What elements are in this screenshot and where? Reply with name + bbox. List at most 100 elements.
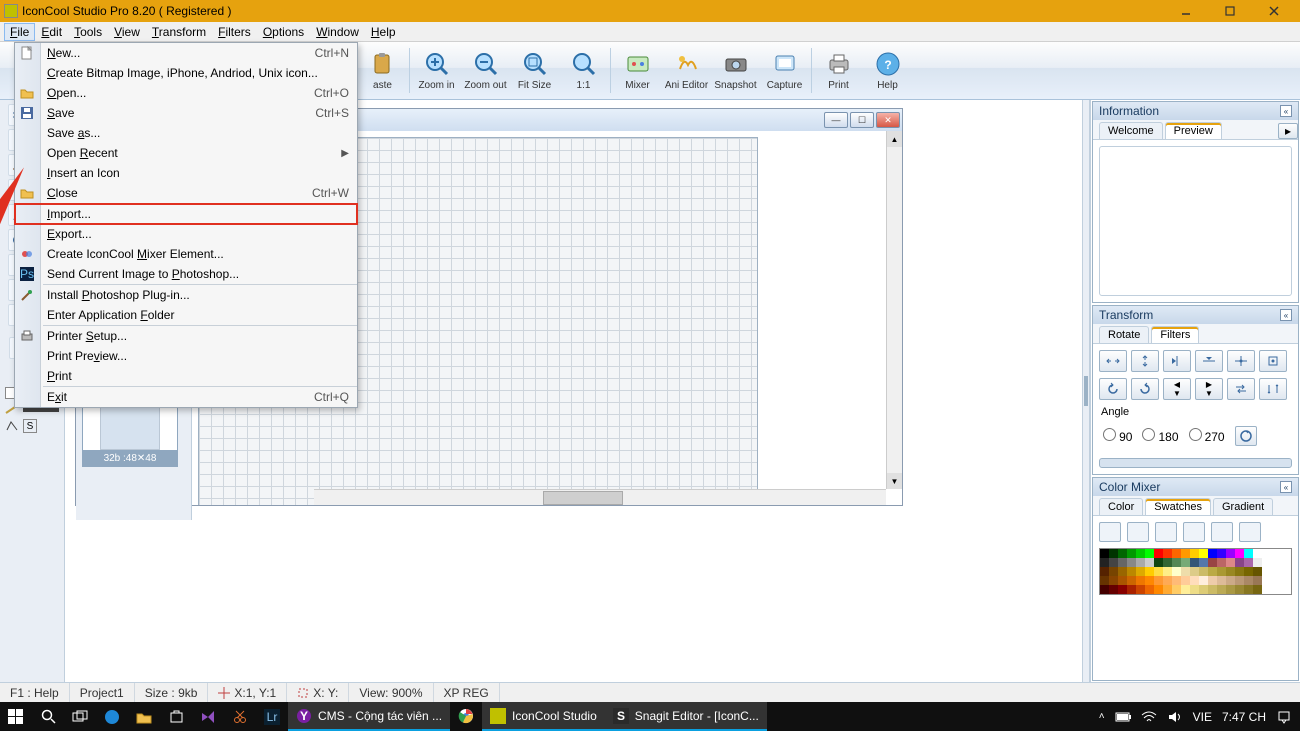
- doc-maximize-button[interactable]: ☐: [850, 112, 874, 128]
- window-minimize-button[interactable]: [1164, 0, 1208, 22]
- taskbar-store[interactable]: [160, 702, 192, 731]
- color-swatch[interactable]: [1217, 576, 1226, 585]
- color-swatch[interactable]: [1154, 549, 1163, 558]
- menu-tools[interactable]: Tools: [68, 23, 108, 41]
- color-swatch[interactable]: [1127, 549, 1136, 558]
- color-swatch[interactable]: [1244, 558, 1253, 567]
- toolbar-fit-size-button[interactable]: Fit Size: [510, 42, 559, 99]
- color-swatch[interactable]: [1235, 567, 1244, 576]
- color-swatch[interactable]: [1172, 558, 1181, 567]
- color-swatch[interactable]: [1163, 558, 1172, 567]
- color-swatch[interactable]: [1172, 567, 1181, 576]
- battery-icon[interactable]: [1115, 709, 1131, 725]
- angle-slider[interactable]: [1099, 458, 1292, 468]
- taskbar-app-snagit[interactable]: S Snagit Editor - [IconC...: [605, 702, 767, 731]
- swatch-tool-3[interactable]: [1155, 522, 1177, 542]
- menu-view[interactable]: View: [108, 23, 146, 41]
- color-swatch[interactable]: [1226, 576, 1235, 585]
- file-menu-item-19[interactable]: Print: [15, 366, 357, 386]
- color-swatch[interactable]: [1100, 567, 1109, 576]
- color-swatch[interactable]: [1235, 576, 1244, 585]
- move-button[interactable]: [1227, 350, 1255, 372]
- toolbar-ani-editor-button[interactable]: Ani Editor: [662, 42, 711, 99]
- color-swatch[interactable]: [1154, 558, 1163, 567]
- swatch-tool-1[interactable]: [1099, 522, 1121, 542]
- color-swatch[interactable]: [1190, 585, 1199, 594]
- taskbar-vs[interactable]: [192, 702, 224, 731]
- color-swatch[interactable]: [1118, 549, 1127, 558]
- color-swatch[interactable]: [1190, 549, 1199, 558]
- menu-options[interactable]: Options: [257, 23, 310, 41]
- window-maximize-button[interactable]: [1208, 0, 1252, 22]
- tab-swatches[interactable]: Swatches: [1145, 498, 1211, 515]
- color-swatch[interactable]: [1109, 567, 1118, 576]
- colormixer-collapse-button[interactable]: «: [1280, 481, 1292, 493]
- color-swatch[interactable]: [1154, 567, 1163, 576]
- center-button[interactable]: [1259, 350, 1287, 372]
- color-swatch[interactable]: [1172, 585, 1181, 594]
- color-swatch[interactable]: [1163, 549, 1172, 558]
- color-swatch[interactable]: [1235, 558, 1244, 567]
- taskbar-explorer[interactable]: [128, 702, 160, 731]
- color-swatch[interactable]: [1181, 567, 1190, 576]
- toolbar-snapshot-button[interactable]: Snapshot: [711, 42, 760, 99]
- color-swatch[interactable]: [1244, 549, 1253, 558]
- color-swatches-grid[interactable]: [1099, 548, 1292, 595]
- tab-preview[interactable]: Preview: [1165, 122, 1222, 139]
- s-option[interactable]: S: [23, 419, 37, 433]
- file-menu-item-9[interactable]: Import...: [15, 204, 357, 224]
- color-swatch[interactable]: [1235, 549, 1244, 558]
- file-menu-item-3[interactable]: SaveCtrl+S: [15, 103, 357, 123]
- angle-90-radio[interactable]: 90: [1103, 428, 1132, 444]
- angle-apply-button[interactable]: [1235, 426, 1257, 446]
- color-swatch[interactable]: [1253, 549, 1262, 558]
- taskbar-app-iconcool[interactable]: IconCool Studio: [482, 702, 605, 731]
- color-swatch[interactable]: [1217, 549, 1226, 558]
- swatch-tool-4[interactable]: [1183, 522, 1205, 542]
- color-swatch[interactable]: [1154, 576, 1163, 585]
- color-swatch[interactable]: [1145, 567, 1154, 576]
- color-swatch[interactable]: [1190, 567, 1199, 576]
- rotate-cw-button[interactable]: [1131, 378, 1159, 400]
- taskbar-lr[interactable]: Lr: [256, 702, 288, 731]
- taskbar-app-cms[interactable]: Y CMS - Cộng tác viên ...: [288, 702, 450, 731]
- toolbar-1to1-button[interactable]: 1:1: [559, 42, 608, 99]
- taskbar-snip[interactable]: [224, 702, 256, 731]
- color-swatch[interactable]: [1154, 585, 1163, 594]
- panel-splitter[interactable]: [1082, 100, 1090, 682]
- color-swatch[interactable]: [1226, 567, 1235, 576]
- color-swatch[interactable]: [1217, 558, 1226, 567]
- file-menu-item-10[interactable]: Export...: [15, 224, 357, 244]
- mirror-h-button[interactable]: [1163, 350, 1191, 372]
- color-swatch[interactable]: [1208, 549, 1217, 558]
- swatch-tool-6[interactable]: [1239, 522, 1261, 542]
- rotate-ccw-button[interactable]: [1099, 378, 1127, 400]
- color-swatch[interactable]: [1100, 576, 1109, 585]
- swap-button[interactable]: [1227, 378, 1255, 400]
- taskbar-app-chrome[interactable]: [450, 702, 482, 731]
- vertical-scrollbar[interactable]: ▲ ▼: [886, 131, 902, 489]
- wifi-icon[interactable]: [1141, 709, 1157, 725]
- info-collapse-button[interactable]: «: [1280, 105, 1292, 117]
- file-menu-item-0[interactable]: New...Ctrl+N: [15, 43, 357, 63]
- color-swatch[interactable]: [1208, 576, 1217, 585]
- taskbar-search-button[interactable]: [32, 702, 64, 731]
- color-swatch[interactable]: [1253, 585, 1262, 594]
- color-swatch[interactable]: [1199, 549, 1208, 558]
- menu-filters[interactable]: Filters: [212, 23, 257, 41]
- color-swatch[interactable]: [1118, 576, 1127, 585]
- mirror-v-button[interactable]: [1195, 350, 1223, 372]
- toolbar-print-button[interactable]: Print: [814, 42, 863, 99]
- toolbar-zoom-out-button[interactable]: Zoom out: [461, 42, 510, 99]
- color-swatch[interactable]: [1163, 567, 1172, 576]
- color-swatch[interactable]: [1181, 549, 1190, 558]
- color-swatch[interactable]: [1136, 585, 1145, 594]
- color-swatch[interactable]: [1109, 549, 1118, 558]
- info-play-button[interactable]: ▸: [1278, 123, 1298, 139]
- file-menu-item-18[interactable]: Print Preview...: [15, 346, 357, 366]
- file-menu-item-21[interactable]: ExitCtrl+Q: [15, 387, 357, 407]
- color-swatch[interactable]: [1208, 558, 1217, 567]
- taskbar-taskview-button[interactable]: [64, 702, 96, 731]
- color-swatch[interactable]: [1244, 567, 1253, 576]
- color-swatch[interactable]: [1145, 549, 1154, 558]
